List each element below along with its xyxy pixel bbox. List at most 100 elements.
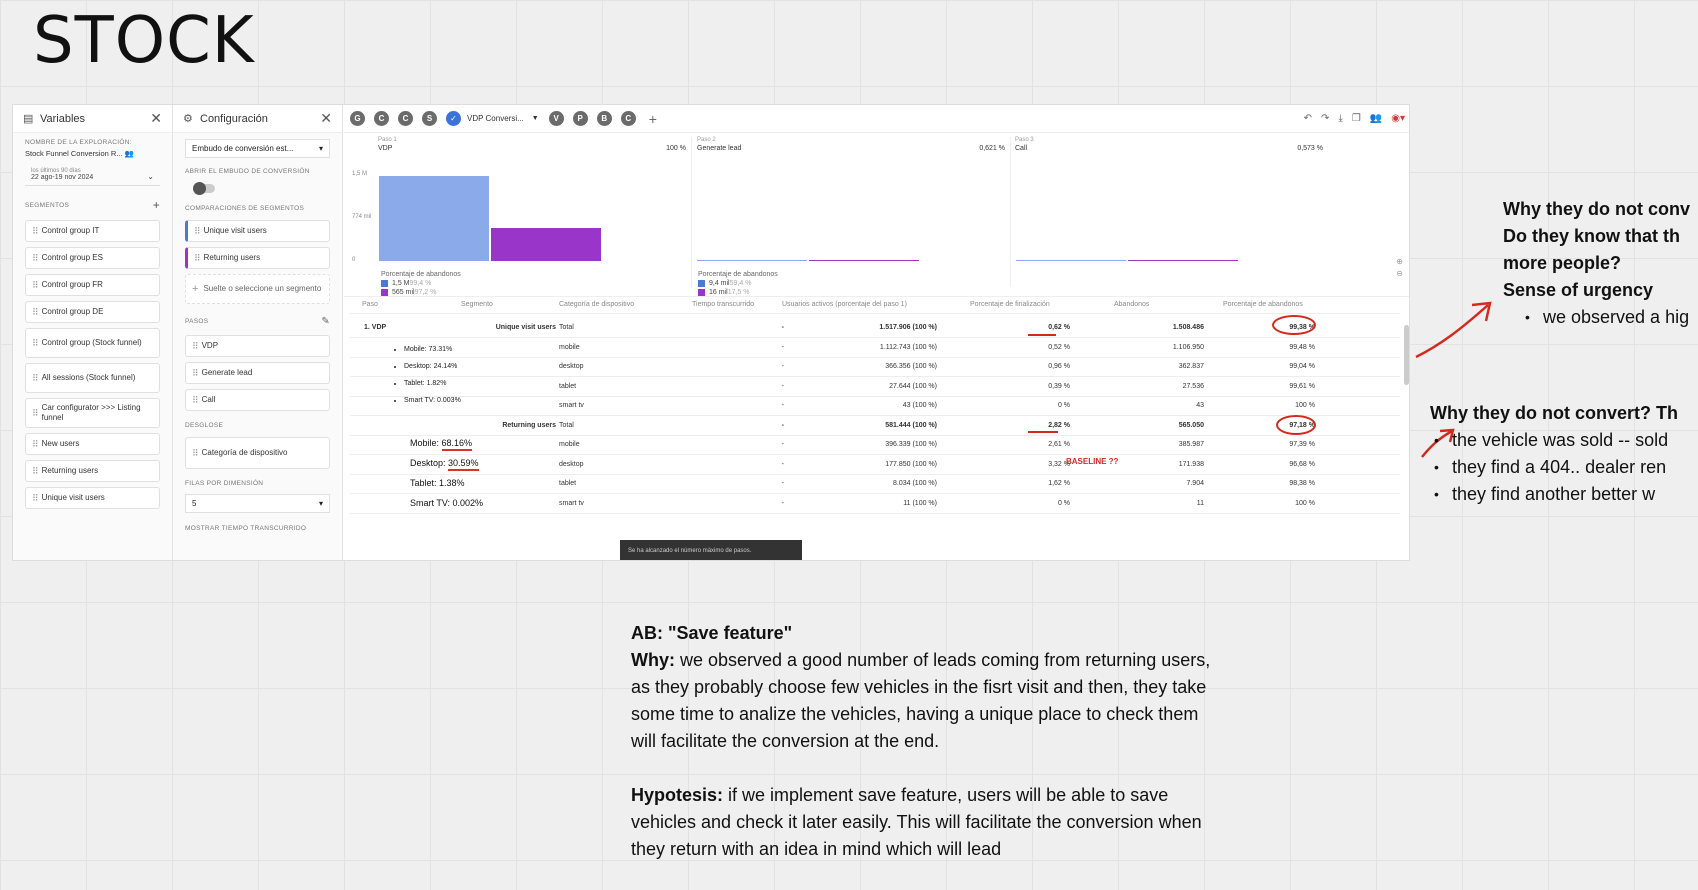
returning-mobile-note: Mobile: 68.16% bbox=[410, 438, 473, 451]
drop-segment-slot[interactable]: + Suelte o seleccione un segmento bbox=[185, 274, 330, 304]
close-icon[interactable]: ✕ bbox=[150, 110, 162, 127]
undo-icon[interactable]: ↶ bbox=[1304, 113, 1312, 124]
pencil-icon[interactable]: ✎ bbox=[321, 316, 330, 327]
open-funnel-toggle[interactable] bbox=[193, 182, 215, 195]
segment-chip[interactable]: ⠿ Returning users bbox=[25, 460, 160, 482]
step-pct: 100 % bbox=[666, 145, 686, 152]
funnel-bar-unique-step3[interactable] bbox=[1016, 260, 1126, 261]
exploration-label: NOMBRE DE LA EXPLORACIÓN: bbox=[25, 139, 132, 146]
table-cell-abandons: 171.938 bbox=[1178, 460, 1204, 468]
funnel-bar-returning-step2[interactable] bbox=[809, 260, 919, 261]
table-cell-users: 396.339 (100 %) bbox=[885, 441, 937, 448]
red-underline bbox=[1028, 334, 1056, 336]
table-cell-abandons: 27.536 bbox=[1182, 382, 1204, 390]
step-chip[interactable]: ⠿ Call bbox=[185, 389, 330, 411]
table-cell-segment: Unique visit users bbox=[495, 324, 556, 331]
table-cell-time: - bbox=[781, 421, 784, 429]
elapsed-label: MOSTRAR TIEMPO TRANSCURRIDO bbox=[185, 525, 307, 532]
drag-handle-icon: ⠿ bbox=[32, 373, 38, 383]
tab-circle[interactable]: P bbox=[572, 111, 588, 126]
segment-chip[interactable]: ⠿ Control group ES bbox=[25, 247, 160, 269]
date-range: 22 ago-19 nov 2024 bbox=[31, 174, 94, 181]
tab-active[interactable]: ✓ VDP Conversi... ▼ bbox=[446, 111, 539, 126]
table-cell-time: - bbox=[781, 382, 784, 390]
funnel-bar-unique-step1[interactable] bbox=[379, 175, 489, 261]
rows-label: FILAS POR DIMENSIÓN bbox=[185, 480, 264, 487]
rows-select[interactable]: 5 ▾ bbox=[185, 494, 330, 513]
add-tab-button[interactable]: + bbox=[649, 111, 657, 127]
segment-chip[interactable]: ⠿ Control group (Stock funnel) bbox=[25, 328, 160, 358]
tab-circle[interactable]: G bbox=[350, 111, 365, 126]
download-icon[interactable]: ⤓ bbox=[1338, 113, 1342, 124]
tab-circle[interactable]: C bbox=[374, 111, 389, 126]
insights-icon[interactable]: ◉▾ bbox=[1391, 113, 1405, 124]
unique-device-breakdown: Mobile: 73.31% Desktop: 24.14% Tablet: 1… bbox=[394, 346, 461, 414]
col-header: Categoría de dispositivo bbox=[559, 301, 635, 308]
step-chip[interactable]: ⠿ Generate lead bbox=[185, 362, 330, 384]
table-cell-users: 366.356 (100 %) bbox=[885, 363, 937, 370]
duplicate-icon[interactable]: ❐ bbox=[1352, 113, 1361, 124]
date-range-picker[interactable]: los últimos 90 días 22 ago-19 nov 2024 ⌄ bbox=[25, 164, 160, 186]
comparison-chip[interactable]: ⠿ Unique visit users bbox=[185, 220, 330, 242]
table-cell-users: 27.644 (100 %) bbox=[889, 382, 937, 390]
tab-circle[interactable]: B bbox=[596, 111, 612, 126]
variables-icon: ▤ bbox=[23, 112, 34, 125]
tab-circle[interactable]: S bbox=[422, 111, 437, 126]
chevron-down-icon: ⌄ bbox=[147, 172, 154, 181]
add-segment-icon[interactable]: + bbox=[153, 198, 160, 212]
variables-panel: ▤ Variables ✕ NOMBRE DE LA EXPLORACIÓN: … bbox=[13, 105, 173, 560]
segment-chip[interactable]: ⠿ New users bbox=[25, 433, 160, 455]
table-cell-abandon_pct: 99,61 % bbox=[1289, 382, 1315, 390]
table-cell-device: tablet bbox=[559, 382, 577, 390]
table-cell-users: 581.444 (100 %) bbox=[885, 421, 937, 429]
scrollbar[interactable] bbox=[1404, 325, 1409, 385]
segment-chip[interactable]: ⠿ All sessions (Stock funnel) bbox=[25, 363, 160, 393]
segment-chip[interactable]: ⠿ Car configurator >>> Listing funnel bbox=[25, 398, 160, 428]
tab-circle[interactable]: C bbox=[398, 111, 413, 126]
table-cell-abandon_pct: 99,04 % bbox=[1289, 363, 1315, 370]
drag-handle-icon: ⠿ bbox=[192, 368, 198, 378]
funnel-bar-returning-step3[interactable] bbox=[1128, 260, 1238, 261]
table-cell-device: smart tv bbox=[559, 402, 584, 409]
baseline-annotation: BASELINE ?? bbox=[1066, 457, 1119, 466]
segment-chip[interactable]: ⠿ Control group DE bbox=[25, 301, 160, 323]
comparison-chip[interactable]: ⠿ Returning users bbox=[185, 247, 330, 269]
funnel-bar-returning-step1[interactable] bbox=[491, 228, 601, 261]
technique-select[interactable]: Embudo de conversión est... ▾ bbox=[185, 139, 330, 158]
variables-title: Variables bbox=[40, 112, 86, 125]
step-name: VDP bbox=[378, 145, 393, 152]
segment-chip[interactable]: ⠿ Unique visit users bbox=[25, 487, 160, 509]
table-cell-device: desktop bbox=[559, 460, 584, 468]
tab-circle[interactable]: V bbox=[548, 111, 564, 126]
exploration-name[interactable]: Stock Funnel Conversion R... 👥 bbox=[13, 149, 172, 158]
redo-icon[interactable]: ↷ bbox=[1321, 113, 1329, 124]
drag-handle-icon: ⠿ bbox=[194, 253, 200, 263]
zoom-in-icon[interactable]: ⊕ bbox=[1396, 257, 1403, 266]
col-header: Abandonos bbox=[1114, 301, 1150, 308]
row-divider bbox=[350, 454, 1400, 455]
ab-test-note: AB: "Save feature" Why: we observed a go… bbox=[631, 620, 1211, 890]
variables-header: ▤ Variables ✕ bbox=[13, 105, 172, 133]
row-divider bbox=[350, 356, 1400, 358]
table-cell-abandons: 7.904 bbox=[1186, 480, 1204, 487]
step-name: Generate lead bbox=[697, 145, 742, 152]
table-cell-users: 43 (100 %) bbox=[902, 402, 937, 409]
table-cell-device: desktop bbox=[559, 363, 584, 370]
zoom-out-icon[interactable]: ⊖ bbox=[1396, 269, 1403, 278]
breakdown-chip[interactable]: ⠿ Categoría de dispositivo bbox=[185, 437, 330, 469]
step-pct: 0,621 % bbox=[979, 145, 1005, 152]
segment-chip[interactable]: ⠿ Control group FR bbox=[25, 274, 160, 296]
table-cell-time: - bbox=[781, 343, 784, 351]
table-cell-abandons: 565.050 bbox=[1178, 421, 1204, 429]
table-cell-abandon_pct: 99,48 % bbox=[1289, 343, 1315, 351]
drag-handle-icon: ⠿ bbox=[32, 338, 38, 348]
share-users-icon[interactable]: 👥 bbox=[1370, 113, 1382, 124]
dropdown-caret-icon: ▼ bbox=[531, 115, 539, 122]
table-cell-abandon_pct: 100 % bbox=[1295, 402, 1315, 409]
tab-circle[interactable]: C bbox=[620, 111, 636, 126]
funnel-bar-unique-step2[interactable] bbox=[697, 260, 807, 261]
segment-chip[interactable]: ⠿ Control group IT bbox=[25, 220, 160, 242]
y-tick: 1,5 M bbox=[352, 171, 368, 177]
close-icon[interactable]: ✕ bbox=[320, 110, 332, 127]
step-chip[interactable]: ⠿ VDP bbox=[185, 335, 330, 357]
